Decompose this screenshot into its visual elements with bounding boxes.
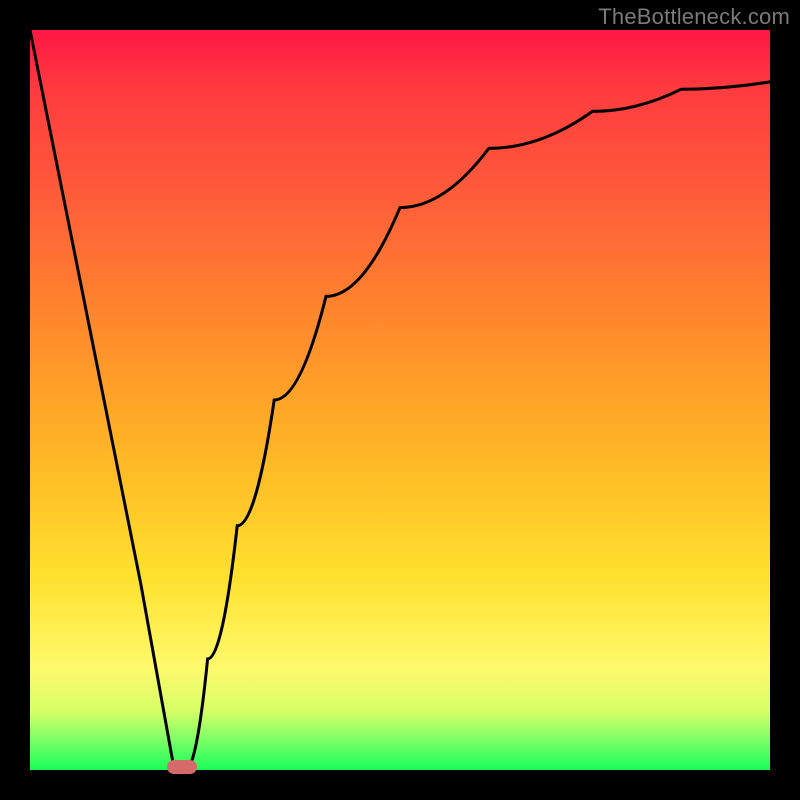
watermark-text: TheBottleneck.com	[598, 4, 790, 30]
cusp-marker	[167, 760, 197, 774]
bottleneck-curve	[30, 30, 770, 770]
chart-frame: TheBottleneck.com	[0, 0, 800, 800]
plot-area	[30, 30, 770, 770]
curve-svg	[30, 30, 770, 770]
